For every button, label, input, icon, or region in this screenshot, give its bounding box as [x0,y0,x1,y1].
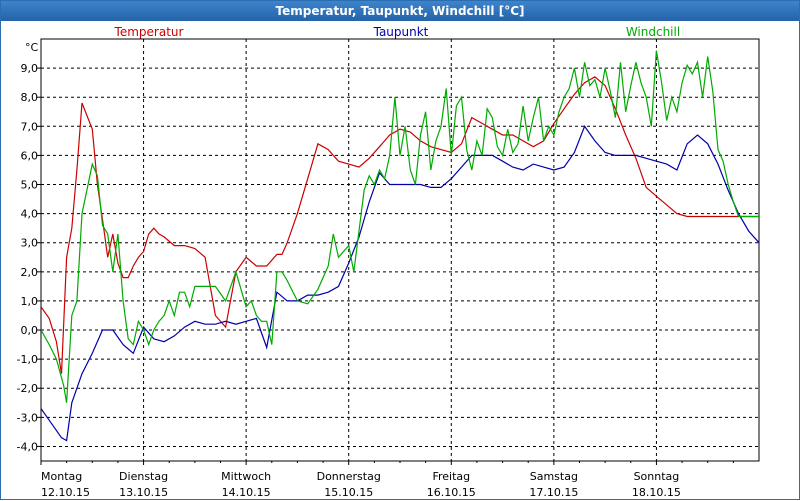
chart-legend: Temperatur Taupunkt Windchill [114,25,681,39]
x-tick-date-label: 18.10.15 [632,486,681,499]
y-tick-label: 1,0 [21,295,39,308]
x-tick-date-label: 14.10.15 [222,486,271,499]
legend-label-taupunkt: Taupunkt [373,25,429,39]
y-tick-label: -4,0 [17,440,38,453]
chart-window: Temperatur, Taupunkt, Windchill [°C] -4,… [0,0,800,500]
x-axis: Montag 12.10.15 Dienstag 13.10.15 Mittwoch 14… [40,461,734,499]
y-tick-label: 8,0 [21,91,39,104]
legend-label-windchill: Windchill [626,25,680,39]
x-tick-day-label: Montag [41,470,82,483]
chart-canvas: -4,0 -3,0 -2,0 -1,0 0,0 1,0 2,0 3,0 4,0 5,0 6,0 7,0… [17,25,760,499]
y-tick-label: 0,0 [21,324,39,337]
y-tick-label: 7,0 [21,120,39,133]
series-lines [41,50,759,442]
y-tick-label: -1,0 [17,353,38,366]
x-tick-day-label: Freitag [432,470,470,483]
x-tick-day-label: Donnerstag [317,470,381,483]
x-tick-date-label: 16.10.15 [427,486,476,499]
x-tick-date-label: 17.10.15 [529,486,578,499]
x-tick-day-label: Samstag [530,470,578,483]
legend-label-temperatur: Temperatur [114,25,184,39]
x-tick-day-label: Sonntag [634,470,680,483]
x-tick-date-label: 13.10.15 [119,486,168,499]
series-line-windchill [41,50,759,403]
y-tick-label: 5,0 [21,179,39,192]
y-tick-label: 4,0 [21,208,39,221]
x-tick-day-label: Dienstag [119,470,168,483]
y-axis-unit-label: °C [25,41,39,54]
y-tick-label: 6,0 [21,149,39,162]
x-tick-date-label: 12.10.15 [41,486,90,499]
y-tick-label: -2,0 [17,382,38,395]
plot-area [40,38,760,462]
y-tick-label: -3,0 [17,411,38,424]
x-tick-day-label: Mittwoch [221,470,271,483]
x-tick-date-label: 15.10.15 [324,486,373,499]
series-line-taupunkt [41,125,759,442]
chart-grid [41,39,759,461]
y-tick-label: 3,0 [21,237,39,250]
y-tick-label: 2,0 [21,266,39,279]
y-axis: -4,0 -3,0 -2,0 -1,0 0,0 1,0 2,0 3,0 4,0 5,0 6,0 7,0… [17,62,41,453]
y-tick-label: 9,0 [21,62,39,75]
